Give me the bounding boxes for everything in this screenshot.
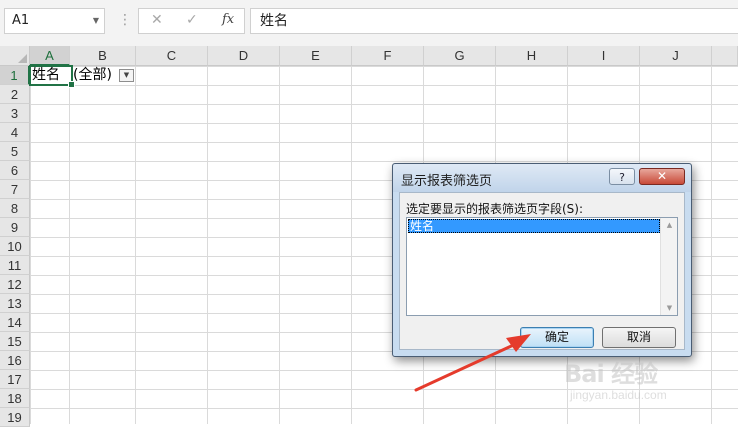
row-header-3[interactable]: 3 — [0, 104, 30, 123]
show-report-filter-pages-dialog: 显示报表筛选页 ? ✕ 选定要显示的报表筛选页字段(S): 姓名 ▲ ▼ 确定 … — [392, 163, 692, 357]
chevron-down-icon[interactable]: ▼ — [93, 9, 99, 33]
column-header-h[interactable]: H — [496, 46, 568, 66]
grid-line — [279, 66, 280, 424]
formula-buttons: ✕ ✓ fx — [138, 8, 245, 34]
grid-line — [207, 66, 208, 424]
column-header-j[interactable]: J — [640, 46, 712, 66]
fill-handle[interactable] — [68, 81, 75, 88]
name-box[interactable]: A1 ▼ — [4, 8, 105, 34]
watermark-url: jingyan.baidu.com — [570, 388, 667, 402]
column-header-f[interactable]: F — [352, 46, 424, 66]
enter-icon[interactable]: ✓ — [186, 12, 198, 28]
row-header-11[interactable]: 11 — [0, 256, 30, 275]
row-header-2[interactable]: 2 — [0, 85, 30, 104]
grid-line — [351, 66, 352, 424]
ok-button[interactable]: 确定 — [520, 327, 594, 348]
select-all-icon — [18, 54, 27, 63]
list-item[interactable]: 姓名 — [408, 219, 660, 233]
row-header-7[interactable]: 7 — [0, 180, 30, 199]
scroll-up-icon[interactable]: ▲ — [661, 218, 678, 232]
insert-function-icon[interactable]: fx — [222, 12, 234, 27]
row-header-15[interactable]: 15 — [0, 332, 30, 351]
cancel-icon[interactable]: ✕ — [151, 12, 163, 28]
cancel-button[interactable]: 取消 — [602, 327, 676, 348]
row-header-5[interactable]: 5 — [0, 142, 30, 161]
column-header-c[interactable]: C — [136, 46, 208, 66]
row-header-6[interactable]: 6 — [0, 161, 30, 180]
more-options-icon: ⋮ — [118, 12, 132, 28]
column-header-i[interactable]: I — [568, 46, 640, 66]
close-button[interactable]: ✕ — [639, 168, 685, 185]
column-header-a[interactable]: A — [30, 46, 70, 66]
field-list-label: 选定要显示的报表筛选页字段(S): — [406, 202, 584, 216]
watermark-brand: Bai 经验 — [564, 360, 658, 388]
name-box-value: A1 — [12, 13, 30, 28]
column-header-e[interactable]: E — [280, 46, 352, 66]
formula-input[interactable]: 姓名 — [250, 8, 738, 34]
row-header-16[interactable]: 16 — [0, 351, 30, 370]
row-header-17[interactable]: 17 — [0, 370, 30, 389]
cell-a1-active[interactable]: 姓名 — [29, 65, 75, 88]
row-header-9[interactable]: 9 — [0, 218, 30, 237]
listbox-scrollbar[interactable]: ▲ ▼ — [660, 218, 677, 315]
dialog-titlebar[interactable]: 显示报表筛选页 ? ✕ — [393, 164, 691, 192]
scroll-down-icon[interactable]: ▼ — [661, 301, 678, 315]
dialog-title: 显示报表筛选页 — [401, 174, 493, 189]
row-header-12[interactable]: 12 — [0, 275, 30, 294]
select-all-button[interactable] — [0, 46, 30, 66]
row-header-4[interactable]: 4 — [0, 123, 30, 142]
column-header-d[interactable]: D — [208, 46, 280, 66]
row-header-10[interactable]: 10 — [0, 237, 30, 256]
help-button[interactable]: ? — [609, 168, 635, 185]
dialog-body: 选定要显示的报表筛选页字段(S): 姓名 ▲ ▼ 确定 取消 — [399, 192, 685, 350]
filter-dropdown-icon[interactable]: ▼ — [119, 69, 134, 82]
row-header-8[interactable]: 8 — [0, 199, 30, 218]
baidu-watermark: Bai 经验 jingyan.baidu.com — [564, 352, 734, 422]
row-header-19[interactable]: 19 — [0, 408, 30, 427]
column-header-g[interactable]: G — [424, 46, 496, 66]
row-header-18[interactable]: 18 — [0, 389, 30, 408]
row-header-14[interactable]: 14 — [0, 313, 30, 332]
cell-a1-value: 姓名 — [32, 67, 60, 83]
row-header-1[interactable]: 1 — [0, 66, 30, 85]
grid-line — [135, 66, 136, 424]
row-header-13[interactable]: 13 — [0, 294, 30, 313]
formula-bar: A1 ▼ ⋮ ✕ ✓ fx 姓名 — [0, 0, 738, 46]
grid-line — [69, 66, 70, 424]
field-listbox[interactable]: 姓名 ▲ ▼ — [406, 217, 678, 316]
column-header-b[interactable]: B — [70, 46, 136, 66]
column-header-filler — [712, 46, 738, 66]
